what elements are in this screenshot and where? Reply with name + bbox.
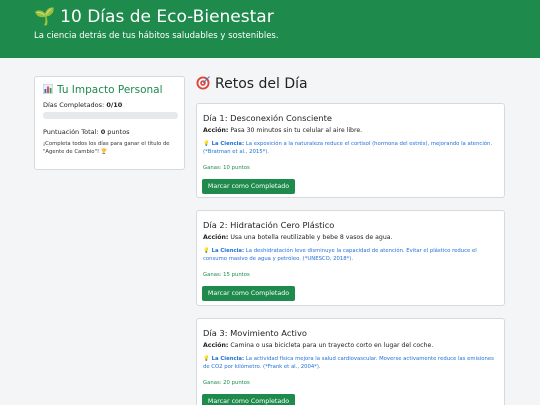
challenge-action-text: Camina o usa bicicleta para un trayecto … <box>228 342 434 349</box>
mark-complete-button-day-1[interactable]: Marcar como Completado <box>202 179 295 194</box>
lightbulb-icon: 💡 <box>203 356 210 362</box>
progress-bar <box>43 112 178 119</box>
challenge-points: Ganas: 15 puntos <box>203 272 250 278</box>
main-title-row: Retos del Día <box>196 76 308 92</box>
challenge-card-day-2: Día 2: Hidratación Cero Plástico Acción:… <box>196 210 505 306</box>
challenge-action-label: Acción: <box>203 342 229 349</box>
lightbulb-icon: 💡 <box>203 248 210 254</box>
challenge-action-text: Pasa 30 minutos sin tu celular al aire l… <box>228 127 363 134</box>
challenge-science: 💡 La Ciencia: La actividad física mejora … <box>203 355 499 371</box>
app-title: 10 Días de Eco-Bienestar <box>60 7 274 27</box>
total-score-unit: puntos <box>105 128 130 136</box>
impact-panel: Tu Impacto Personal Días Completados: 0/… <box>34 76 185 170</box>
challenge-action: Acción: Usa una botella reutilizable y b… <box>203 234 393 241</box>
challenge-science-text: La actividad física mejora la salud card… <box>203 356 494 370</box>
impact-panel-title-row: Tu Impacto Personal <box>43 84 163 96</box>
app-subtitle: La ciencia detrás de tus hábitos saludab… <box>34 31 279 41</box>
goal-note: ¡Completa todos los días para ganar el t… <box>43 141 170 155</box>
challenge-title: Día 1: Desconexión Consciente <box>203 113 333 123</box>
days-completed-value: 0/10 <box>106 101 123 109</box>
sprout-icon: 🌱 <box>34 7 56 27</box>
challenge-points: Ganas: 10 puntos <box>203 165 250 171</box>
app-header: 🌱 10 Días de Eco-Bienestar La ciencia det… <box>0 0 540 58</box>
days-completed: Días Completados: 0/10 <box>43 101 122 109</box>
challenge-science: 💡 La Ciencia: La exposición a la naturale… <box>203 140 499 156</box>
challenge-action-label: Acción: <box>203 127 229 134</box>
challenge-title: Día 2: Hidratación Cero Plástico <box>203 220 335 230</box>
impact-panel-title: Tu Impacto Personal <box>57 84 163 96</box>
days-completed-label: Días Completados: <box>43 101 107 109</box>
challenge-title: Día 3: Movimiento Activo <box>203 328 307 338</box>
challenge-science-label: La Ciencia: <box>211 141 245 147</box>
mark-complete-button-day-2[interactable]: Marcar como Completado <box>202 286 295 301</box>
challenge-card-day-3: Día 3: Movimiento Activo Acción: Camina … <box>196 318 505 405</box>
mark-complete-button-day-3[interactable]: Marcar como Completado <box>202 394 295 405</box>
challenge-points: Ganas: 20 puntos <box>203 380 250 386</box>
total-score: Puntuación Total: 0 puntos <box>43 128 130 136</box>
challenge-science-label: La Ciencia: <box>211 356 245 362</box>
challenge-card-day-1: Día 1: Desconexión Consciente Acción: Pa… <box>196 103 505 198</box>
challenge-science: 💡 La Ciencia: La deshidratación leve dism… <box>203 247 499 263</box>
challenge-action: Acción: Camina o usa bicicleta para un t… <box>203 342 433 349</box>
challenge-action: Acción: Pasa 30 minutos sin tu celular a… <box>203 127 362 134</box>
main-title: Retos del Día <box>215 76 308 92</box>
challenge-science-text: La deshidratación leve disminuye la capa… <box>203 248 477 262</box>
app-title-row: 🌱 10 Días de Eco-Bienestar <box>34 7 274 27</box>
challenge-action-label: Acción: <box>203 234 229 241</box>
challenge-science-label: La Ciencia: <box>211 248 245 254</box>
target-icon <box>196 76 210 90</box>
bar-chart-icon <box>43 84 53 94</box>
total-score-label: Puntuación Total: <box>43 128 101 136</box>
challenge-action-text: Usa una botella reutilizable y bebe 8 va… <box>228 234 393 241</box>
challenge-science-text: La exposición a la naturaleza reduce el … <box>203 141 493 155</box>
lightbulb-icon: 💡 <box>203 141 210 147</box>
